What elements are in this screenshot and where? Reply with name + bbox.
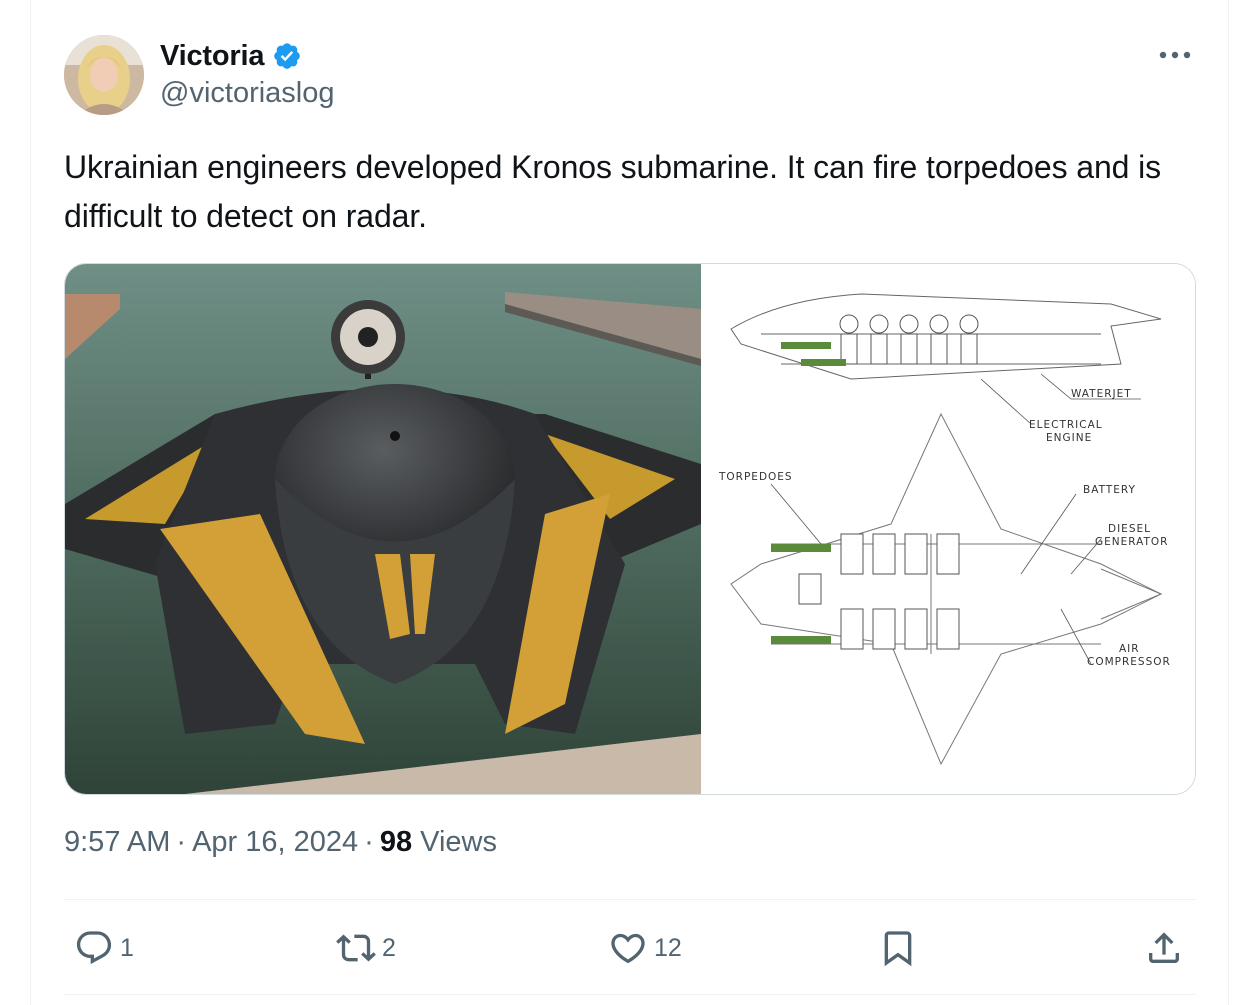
- label-electrical-1: ELECTRICAL: [1029, 419, 1103, 431]
- timeline-border-right: [1228, 0, 1229, 1005]
- avatar-image: [64, 35, 144, 115]
- meta-separator: ·: [176, 826, 187, 858]
- divider-bottom: [64, 994, 1196, 995]
- submarine-photo[interactable]: [65, 264, 701, 794]
- share-icon: [1149, 932, 1179, 963]
- reply-count: 1: [120, 933, 134, 962]
- divider: [64, 899, 1196, 900]
- repost-count: 2: [382, 933, 396, 962]
- author-display-name[interactable]: Victoria: [160, 40, 264, 73]
- tweet-time[interactable]: 9:57 AM: [64, 826, 170, 858]
- more-horizontal-icon[interactable]: [1150, 38, 1200, 72]
- views-label: Views: [420, 826, 497, 858]
- avatar[interactable]: [64, 35, 144, 115]
- reply-button[interactable]: 1: [74, 922, 134, 974]
- repost-button[interactable]: 2: [336, 922, 396, 974]
- label-battery: BATTERY: [1083, 484, 1136, 496]
- label-electrical-2: ENGINE: [1046, 432, 1092, 444]
- tweet-text: Ukrainian engineers developed Kronos sub…: [64, 149, 1162, 234]
- label-waterjet: WATERJET: [1071, 388, 1132, 400]
- repost-icon: [336, 934, 376, 962]
- like-button[interactable]: 12: [608, 922, 682, 974]
- label-air-1: AIR: [1119, 643, 1140, 655]
- share-button[interactable]: [1144, 922, 1184, 974]
- label-torpedoes: TORPEDOES: [718, 471, 793, 483]
- label-diesel-2: GENERATOR: [1095, 536, 1168, 548]
- like-count: 12: [654, 933, 682, 962]
- meta-separator-2: ·: [364, 826, 374, 858]
- verified-badge-icon[interactable]: [272, 41, 302, 71]
- label-diesel-1: DIESEL: [1108, 523, 1151, 535]
- tweet-meta: 9:57 AM · Apr 16, 2024 · 98 Views: [64, 826, 497, 859]
- side-view-seats: [839, 314, 979, 365]
- timeline-border-left: [30, 0, 31, 1005]
- submarine-diagram[interactable]: WATERJET ELECTRICAL ENGINE TORPEDOES BAT…: [701, 264, 1195, 794]
- tweet-media[interactable]: WATERJET ELECTRICAL ENGINE TORPEDOES BAT…: [64, 263, 1196, 795]
- heart-icon: [611, 933, 645, 964]
- reply-icon: [76, 931, 112, 965]
- bookmark-button[interactable]: [878, 922, 918, 974]
- tweet-date[interactable]: Apr 16, 2024: [192, 826, 358, 858]
- bookmark-icon: [884, 931, 912, 967]
- author-name-row[interactable]: Victoria: [160, 36, 302, 76]
- author-handle[interactable]: @victoriaslog: [160, 77, 335, 110]
- label-air-2: COMPRESSOR: [1087, 656, 1171, 668]
- views-count: 98: [379, 826, 413, 858]
